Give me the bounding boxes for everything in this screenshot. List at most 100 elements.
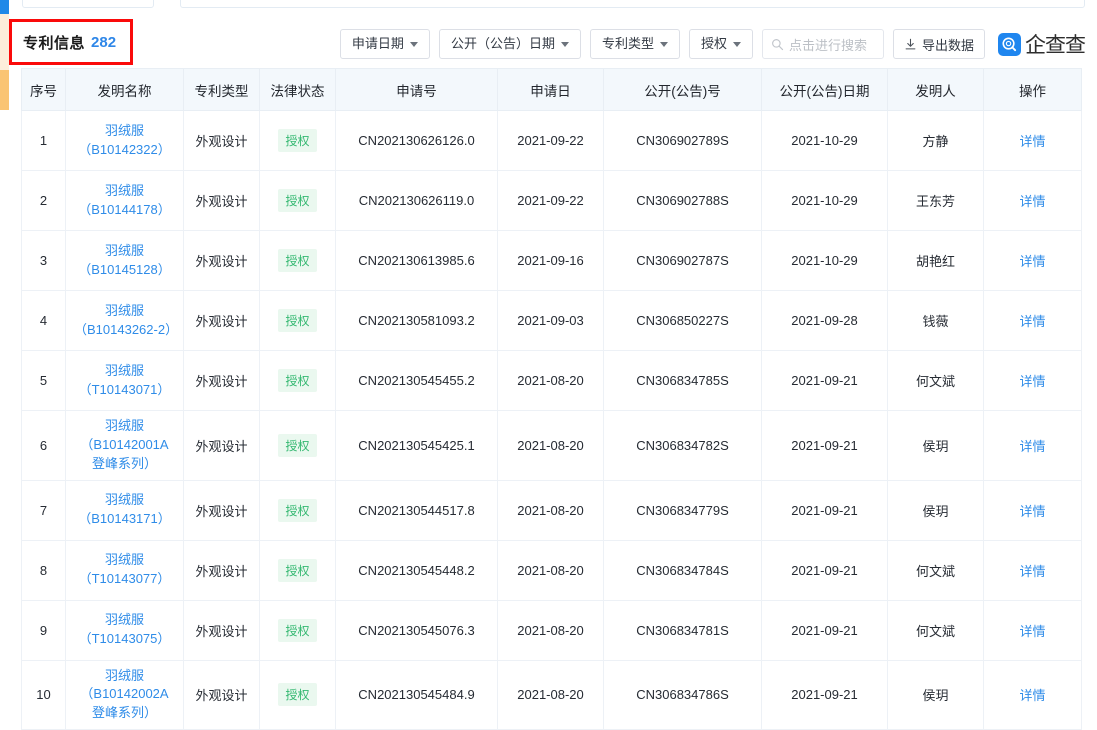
cell-app-no: CN202130626126.0 — [335, 110, 498, 171]
filter-patent-type[interactable]: 专利类型 — [589, 29, 680, 59]
page-title-highlight: 专利信息 282 — [9, 19, 133, 65]
detail-link[interactable]: 详情 — [1019, 134, 1045, 149]
cell-pub-no: CN306834785S — [603, 350, 762, 411]
column-header-app-date: 申请日 — [497, 68, 604, 111]
cell-name: 羽绒服（B10144178） — [65, 170, 184, 231]
cell-pub-date: 2021-10-29 — [761, 110, 888, 171]
cell-status: 授权 — [259, 170, 336, 231]
detail-link[interactable]: 详情 — [1019, 688, 1045, 703]
filter-publication-date[interactable]: 公开（公告）日期 — [438, 29, 581, 59]
cell-seq: 1 — [21, 110, 66, 171]
cell-status: 授权 — [259, 539, 336, 601]
cell-app-no: CN202130545484.9 — [335, 659, 498, 730]
table-row: 3 羽绒服（B10145128） 外观设计 授权 CN202130613985.6 202… — [21, 230, 1082, 291]
cell-name: 羽绒服（B10142322） — [65, 110, 184, 171]
export-data-button[interactable]: 导出数据 — [892, 29, 985, 59]
toolbar: 申请日期 公开（公告）日期 专利类型 授权 点击进行搜索 导出数据 企查查 — [339, 29, 1086, 59]
patent-name-link[interactable]: 羽绒服（B10142001A登峰系列） — [80, 418, 168, 471]
status-badge: 授权 — [278, 618, 317, 642]
column-header-status: 法律状态 — [259, 68, 336, 111]
patent-name-link[interactable]: 羽绒服（T10143077） — [79, 552, 171, 586]
cell-app-date: 2021-09-22 — [497, 110, 604, 171]
column-header-pub-date: 公开(公告)日期 — [761, 68, 888, 111]
detail-link[interactable]: 详情 — [1019, 564, 1045, 579]
patent-name-link[interactable]: 羽绒服（T10143071） — [79, 363, 171, 397]
detail-link[interactable]: 详情 — [1019, 374, 1045, 389]
cell-pub-date: 2021-09-21 — [761, 599, 888, 661]
search-icon — [772, 38, 784, 50]
cell-name: 羽绒服（B10142001A登峰系列） — [65, 410, 184, 481]
filter-application-date[interactable]: 申请日期 — [339, 29, 430, 59]
cell-status: 授权 — [259, 410, 336, 481]
status-badge: 授权 — [278, 309, 317, 332]
detail-link[interactable]: 详情 — [1019, 194, 1045, 209]
filter-publication-date-label: 公开（公告）日期 — [450, 36, 555, 51]
status-badge: 授权 — [278, 433, 317, 457]
column-header-inventor: 发明人 — [887, 68, 984, 111]
cell-app-no: CN202130626119.0 — [335, 170, 498, 231]
cell-seq: 8 — [21, 539, 66, 601]
cell-pub-no: CN306834781S — [603, 599, 762, 661]
cell-action: 详情 — [983, 350, 1082, 411]
detail-link[interactable]: 详情 — [1019, 504, 1045, 519]
patent-name-link[interactable]: 羽绒服（B10143171） — [78, 492, 171, 526]
table-body: 1 羽绒服（B10142322） 外观设计 授权 CN202130626126.0 202… — [21, 110, 1082, 730]
chevron-down-icon — [732, 41, 741, 47]
filter-legal-status[interactable]: 授权 — [688, 29, 753, 59]
detail-link[interactable]: 详情 — [1019, 624, 1045, 639]
cell-app-date: 2021-08-20 — [497, 599, 604, 661]
patent-count-badge: 282 — [91, 33, 117, 51]
cell-type: 外观设计 — [183, 170, 260, 231]
cell-action: 详情 — [983, 410, 1082, 481]
detail-link[interactable]: 详情 — [1019, 314, 1045, 329]
brand-logo[interactable]: 企查查 — [998, 29, 1086, 59]
cell-inventor: 侯玥 — [887, 479, 984, 541]
filter-legal-status-label: 授权 — [700, 36, 727, 51]
cell-pub-no: CN306834779S — [603, 479, 762, 541]
cell-action: 详情 — [983, 290, 1082, 351]
table-row: 8 羽绒服（T10143077） 外观设计 授权 CN202130545448.2 202… — [21, 539, 1082, 601]
detail-link[interactable]: 详情 — [1019, 439, 1045, 454]
cell-pub-date: 2021-09-28 — [761, 290, 888, 351]
cell-type: 外观设计 — [183, 599, 260, 661]
cell-type: 外观设计 — [183, 290, 260, 351]
patent-name-link[interactable]: 羽绒服（B10142322） — [78, 123, 171, 157]
cell-seq: 3 — [21, 230, 66, 291]
clipped-form-row-above — [0, 0, 1097, 12]
patent-name-link[interactable]: 羽绒服（B10143262-2） — [74, 303, 178, 337]
patent-table: 序号 发明名称 专利类型 法律状态 申请号 申请日 公开(公告)号 公开(公告)… — [21, 68, 1082, 730]
cell-type: 外观设计 — [183, 479, 260, 541]
cell-status: 授权 — [259, 599, 336, 661]
patent-name-link[interactable]: 羽绒服（B10145128） — [78, 243, 171, 277]
cell-status: 授权 — [259, 230, 336, 291]
patent-name-link[interactable]: 羽绒服（B10142002A登峰系列） — [80, 668, 168, 721]
patent-name-link[interactable]: 羽绒服（T10143075） — [79, 612, 171, 646]
detail-link[interactable]: 详情 — [1019, 254, 1045, 269]
cell-action: 详情 — [983, 539, 1082, 601]
cell-app-no: CN202130545076.3 — [335, 599, 498, 661]
left-edge-scroll-strip[interactable] — [0, 0, 9, 713]
qcc-logo-icon — [998, 32, 1021, 56]
search-placeholder: 点击进行搜索 — [788, 37, 867, 53]
chevron-down-icon — [409, 41, 418, 47]
cell-action: 详情 — [983, 479, 1082, 541]
table-row: 6 羽绒服（B10142001A登峰系列） 外观设计 授权 CN202130545425… — [21, 410, 1082, 481]
cell-inventor: 侯玥 — [887, 410, 984, 481]
table-row: 9 羽绒服（T10143075） 外观设计 授权 CN202130545076.3 202… — [21, 599, 1082, 661]
cell-pub-date: 2021-09-21 — [761, 659, 888, 730]
cell-inventor: 钱薇 — [887, 290, 984, 351]
status-badge: 授权 — [278, 683, 317, 707]
status-badge: 授权 — [278, 369, 317, 392]
patent-name-link[interactable]: 羽绒服（B10144178） — [78, 183, 171, 217]
cell-app-no: CN202130544517.8 — [335, 479, 498, 541]
table-row: 2 羽绒服（B10144178） 外观设计 授权 CN202130626119.0 202… — [21, 170, 1082, 231]
cell-app-no: CN202130545425.1 — [335, 410, 498, 481]
cell-seq: 5 — [21, 350, 66, 411]
cell-inventor: 何文斌 — [887, 539, 984, 601]
cell-name: 羽绒服（T10143077） — [65, 539, 184, 601]
cell-action: 详情 — [983, 599, 1082, 661]
search-input[interactable]: 点击进行搜索 — [761, 29, 884, 59]
cell-type: 外观设计 — [183, 110, 260, 171]
cell-seq: 10 — [21, 659, 66, 730]
cell-action: 详情 — [983, 170, 1082, 231]
